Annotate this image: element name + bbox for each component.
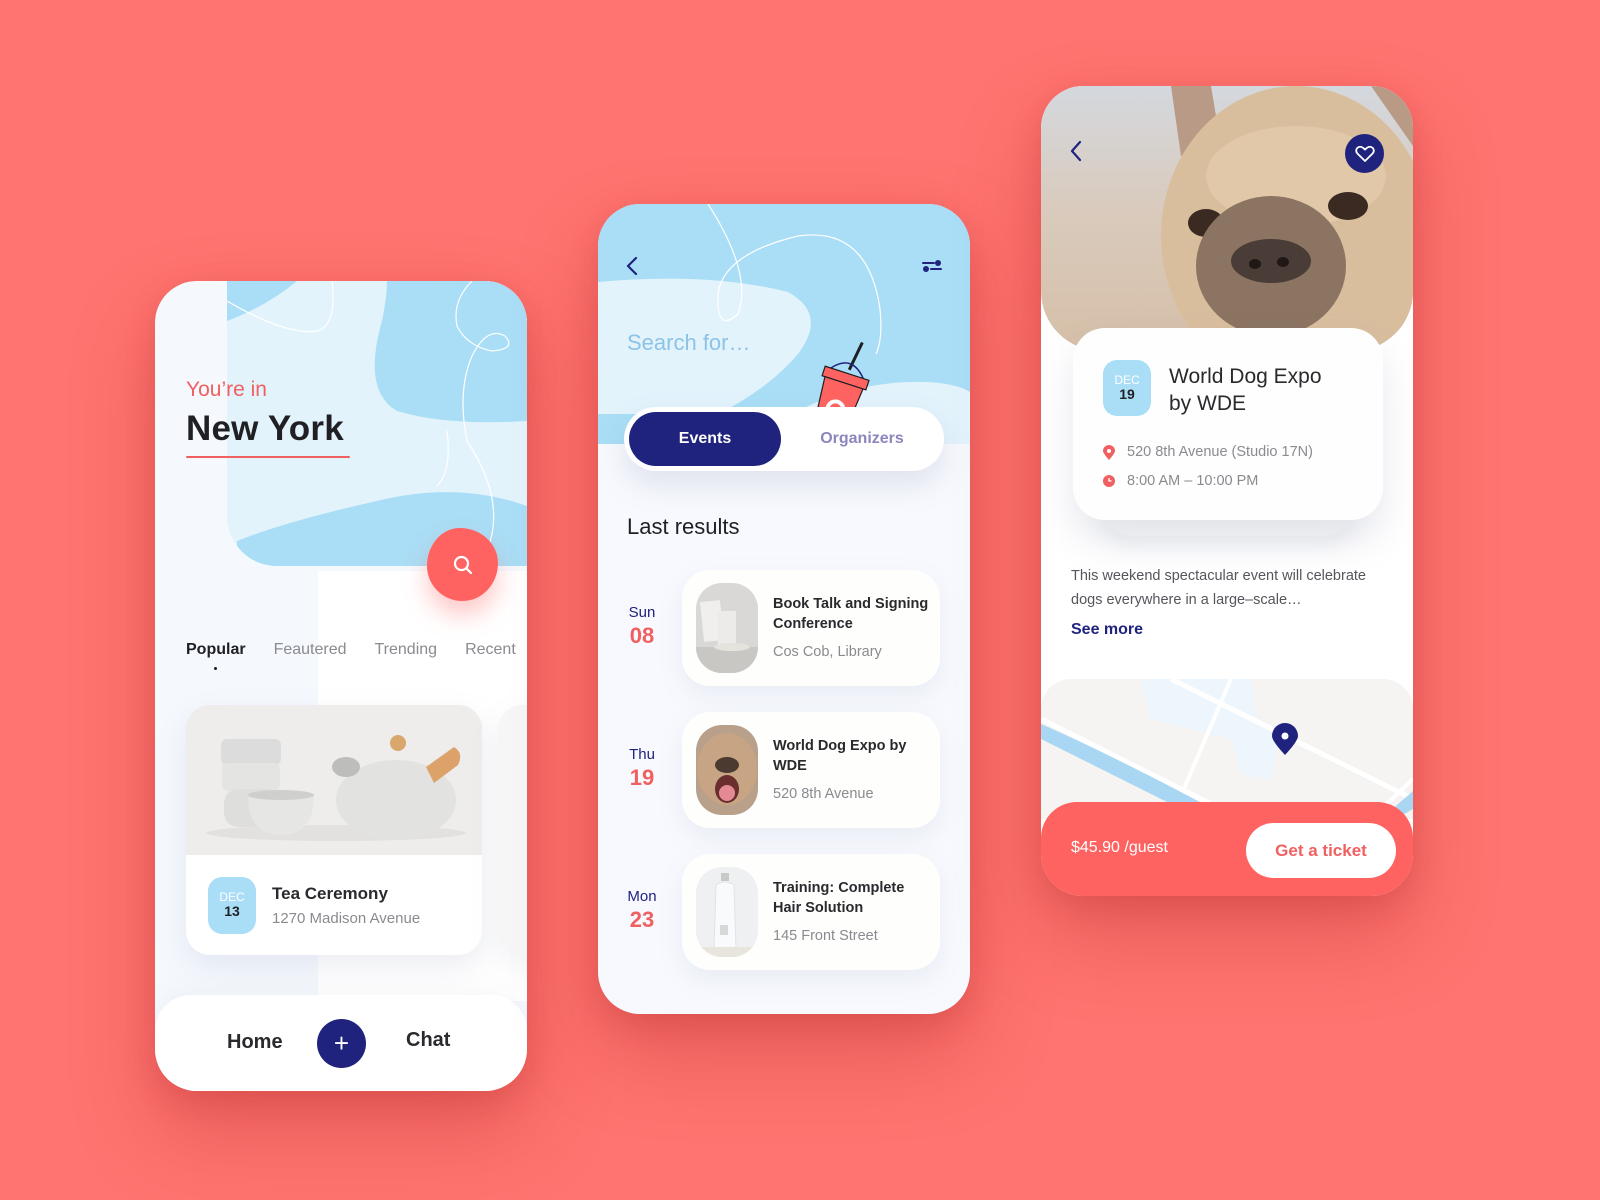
tab-popular[interactable]: Popular bbox=[186, 641, 246, 670]
section-title: Last results bbox=[627, 514, 740, 539]
event-title: World Dog Expo by WDE bbox=[1169, 363, 1322, 417]
list-item: Sun 08 Book Talk and Signing Conference … bbox=[598, 570, 970, 690]
day-number: 19 bbox=[629, 765, 655, 790]
plus-icon: + bbox=[333, 1028, 350, 1058]
date-day: 19 bbox=[1119, 385, 1135, 402]
result-date: Thu 19 bbox=[622, 746, 662, 791]
segment-organizers[interactable]: Organizers bbox=[786, 412, 938, 466]
date-day: 13 bbox=[224, 903, 240, 920]
next-event-card[interactable] bbox=[498, 705, 527, 955]
filter-sliders-icon bbox=[922, 260, 942, 272]
home-screen: You’re in New York Popular Feautered Tre… bbox=[155, 281, 527, 1091]
tab-recent[interactable]: Recent bbox=[465, 641, 516, 659]
event-title: Tea Ceremony bbox=[272, 884, 388, 903]
category-tabs: Popular Feautered Trending Recent bbox=[186, 641, 516, 670]
day-of-week: Thu bbox=[629, 746, 655, 763]
back-button[interactable] bbox=[1063, 136, 1089, 166]
location-label: You’re in bbox=[186, 378, 267, 401]
list-item: Mon 23 Training: Complete Hair Solution … bbox=[598, 854, 970, 974]
tab-trending[interactable]: Trending bbox=[375, 641, 438, 659]
day-of-week: Mon bbox=[627, 888, 657, 905]
day-number: 08 bbox=[629, 623, 655, 648]
day-number: 23 bbox=[629, 907, 655, 932]
location-pin-icon bbox=[1103, 444, 1115, 460]
date-badge: DEC 19 bbox=[1103, 360, 1151, 416]
event-address: 520 8th Avenue (Studio 17N) bbox=[1127, 444, 1313, 460]
ticket-bar: $45.90 /guest Get a ticket bbox=[1041, 802, 1413, 896]
price-label: $45.90 /guest bbox=[1071, 839, 1168, 856]
address-line: 520 8th Avenue (Studio 17N) bbox=[1103, 444, 1313, 460]
result-card[interactable]: World Dog Expo by WDE 520 8th Avenue bbox=[682, 712, 940, 828]
list-item: Thu 19 World Dog Expo by WDE 520 8th Ave… bbox=[598, 712, 970, 832]
city-underline bbox=[186, 456, 350, 458]
location-map[interactable] bbox=[1041, 679, 1413, 819]
chevron-left-icon bbox=[1070, 140, 1082, 162]
city-name[interactable]: New York bbox=[186, 409, 344, 449]
heart-icon bbox=[1354, 145, 1375, 162]
date-month: DEC bbox=[1114, 372, 1140, 387]
back-button[interactable] bbox=[620, 254, 644, 278]
event-info: DEC 13 Tea Ceremony 1270 Madison Avenue bbox=[208, 877, 420, 934]
french-bulldog-photo bbox=[1041, 86, 1413, 351]
books-thumbnail bbox=[696, 583, 758, 673]
dog-thumbnail bbox=[696, 725, 758, 815]
day-of-week: Sun bbox=[628, 604, 656, 621]
event-title-line1: World Dog Expo bbox=[1169, 365, 1322, 388]
result-title: World Dog Expo by WDE bbox=[773, 738, 907, 774]
bottom-nav: Home + Chat bbox=[155, 995, 527, 1091]
segment-events[interactable]: Events bbox=[629, 412, 781, 466]
event-hours: 8:00 AM – 10:00 PM bbox=[1127, 473, 1259, 489]
nav-home[interactable]: Home bbox=[227, 1031, 283, 1054]
event-description: This weekend spectacular event will cele… bbox=[1071, 568, 1366, 608]
map-pin-icon bbox=[1272, 723, 1298, 755]
filter-button[interactable] bbox=[918, 254, 946, 278]
segmented-control: Events Organizers bbox=[624, 407, 944, 471]
event-card[interactable]: DEC 13 Tea Ceremony 1270 Madison Avenue bbox=[186, 705, 482, 955]
chevron-left-icon bbox=[626, 256, 638, 276]
event-summary-card: DEC 19 World Dog Expo by WDE 520 8th Ave… bbox=[1073, 328, 1383, 520]
search-screen: Events Organizers Last results Sun 08 Bo… bbox=[598, 204, 970, 1014]
result-location: 520 8th Avenue bbox=[773, 786, 874, 802]
event-address: 1270 Madison Avenue bbox=[272, 910, 421, 927]
favorite-button[interactable] bbox=[1345, 134, 1384, 173]
teapot-image bbox=[186, 705, 482, 855]
date-badge: DEC 13 bbox=[208, 877, 256, 934]
get-ticket-button[interactable]: Get a ticket bbox=[1246, 823, 1396, 878]
tab-featured[interactable]: Feautered bbox=[274, 641, 347, 659]
result-location: Cos Cob, Library bbox=[773, 644, 882, 660]
event-detail-screen: DEC 19 World Dog Expo by WDE 520 8th Ave… bbox=[1041, 86, 1413, 896]
search-input[interactable] bbox=[627, 330, 807, 356]
result-title: Training: Complete Hair Solution bbox=[773, 880, 905, 916]
result-date: Sun 08 bbox=[622, 604, 662, 649]
result-title: Book Talk and Signing Conference bbox=[773, 596, 929, 632]
result-card[interactable]: Book Talk and Signing Conference Cos Cob… bbox=[682, 570, 940, 686]
event-title-line2: by WDE bbox=[1169, 392, 1247, 415]
nav-chat[interactable]: Chat bbox=[406, 1029, 450, 1052]
result-date: Mon 23 bbox=[622, 888, 662, 933]
result-location: 145 Front Street bbox=[773, 928, 878, 944]
add-button[interactable]: + bbox=[317, 1019, 366, 1068]
clock-icon bbox=[1103, 475, 1115, 487]
hours-line: 8:00 AM – 10:00 PM bbox=[1103, 473, 1258, 489]
see-more-link[interactable]: See more bbox=[1071, 621, 1143, 639]
result-card[interactable]: Training: Complete Hair Solution 145 Fro… bbox=[682, 854, 940, 970]
search-icon bbox=[453, 555, 472, 574]
search-button[interactable] bbox=[427, 528, 498, 601]
bottle-thumbnail bbox=[696, 867, 758, 957]
